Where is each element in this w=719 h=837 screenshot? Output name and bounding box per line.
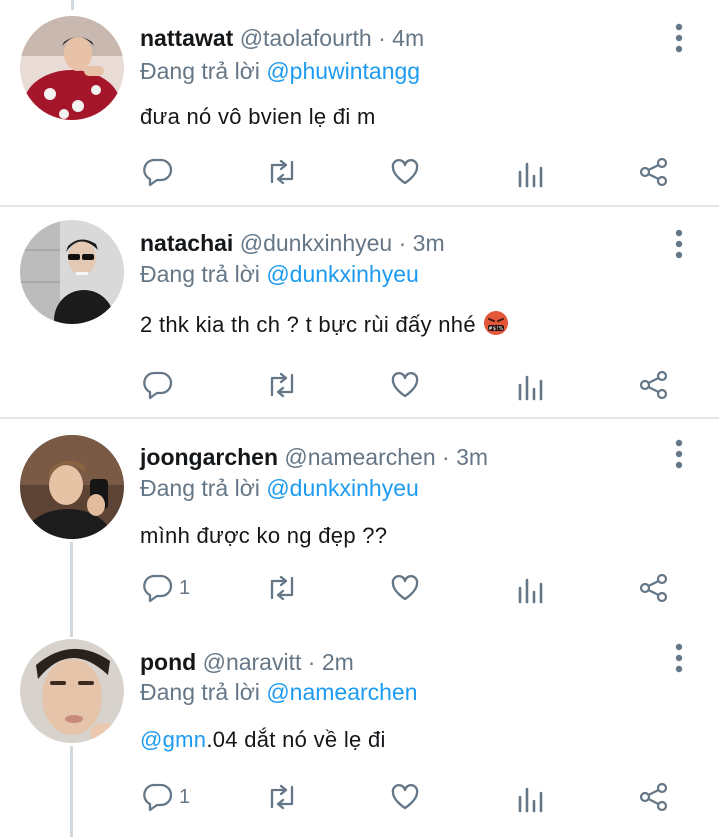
replying-to: Đang trả lời @phuwintangg bbox=[140, 58, 420, 85]
display-name[interactable]: natachai bbox=[140, 230, 233, 256]
timestamp: · 3m bbox=[442, 444, 489, 470]
analytics-button[interactable] bbox=[517, 777, 545, 817]
tweet-actions bbox=[140, 365, 680, 405]
retweet-icon bbox=[270, 159, 294, 185]
tweet-header: joongarchen @namearchen · 3m bbox=[140, 444, 488, 471]
reply-count: 1 bbox=[179, 576, 191, 599]
replying-to: Đang trả lời @namearchen bbox=[140, 679, 418, 706]
tweet-text: @gmn.04 dắt nó về lẹ đi bbox=[140, 727, 386, 753]
tweet-text: mình được ko ng đẹp ?? bbox=[140, 523, 388, 548]
timestamp: · 3m bbox=[398, 230, 445, 256]
tweet-actions: 1 bbox=[140, 568, 680, 608]
like-icon bbox=[391, 159, 419, 185]
tweet-text: 2 thk kia th ch ? t bực rùi đấy nhé #$!% bbox=[140, 310, 510, 338]
replying-to-label: Đang trả lời bbox=[140, 261, 260, 287]
replying-to-handle[interactable]: @dunkxinhyeu bbox=[266, 261, 419, 287]
timestamp: · 4m bbox=[378, 25, 425, 51]
user-handle[interactable]: @namearchen bbox=[284, 444, 435, 470]
like-icon bbox=[391, 575, 419, 601]
tweet-header: pond @naravitt · 2m bbox=[140, 649, 354, 676]
display-name[interactable]: joongarchen bbox=[140, 444, 278, 470]
reply-button[interactable]: 1 bbox=[142, 777, 190, 817]
user-handle[interactable]: @naravitt bbox=[203, 649, 302, 675]
timestamp: · 2m bbox=[307, 649, 354, 675]
reply-count: 1 bbox=[179, 785, 191, 808]
tweet[interactable]: nattawat @taolafourth · 4m Đang trả lời … bbox=[0, 0, 719, 205]
share-button[interactable] bbox=[638, 152, 670, 192]
more-options-icon[interactable] bbox=[668, 21, 690, 55]
like-icon bbox=[391, 784, 419, 810]
more-options-icon[interactable] bbox=[668, 437, 690, 471]
analytics-icon bbox=[518, 162, 543, 188]
reply-button[interactable]: 1 bbox=[142, 568, 190, 608]
reply-icon bbox=[143, 371, 173, 400]
share-button[interactable] bbox=[638, 568, 670, 608]
user-handle[interactable]: @taolafourth bbox=[240, 25, 372, 51]
like-icon bbox=[391, 372, 419, 398]
replying-to-label: Đang trả lời bbox=[140, 58, 260, 84]
analytics-icon bbox=[518, 578, 543, 604]
replying-to-handle[interactable]: @phuwintangg bbox=[266, 58, 420, 84]
reply-icon bbox=[143, 158, 173, 187]
retweet-button[interactable] bbox=[265, 777, 299, 817]
replying-to-handle[interactable]: @namearchen bbox=[266, 679, 417, 705]
share-icon bbox=[639, 157, 668, 187]
retweet-icon bbox=[270, 372, 294, 398]
avatar[interactable] bbox=[20, 16, 124, 120]
retweet-button[interactable] bbox=[265, 365, 299, 405]
replying-to: Đang trả lời @dunkxinhyeu bbox=[140, 261, 419, 288]
retweet-icon bbox=[270, 575, 294, 601]
tweet[interactable]: pond @naravitt · 2m Đang trả lời @namear… bbox=[0, 624, 719, 837]
replying-to-label: Đang trả lời bbox=[140, 475, 260, 501]
tweet[interactable]: joongarchen @namearchen · 3m Đang trả lờ… bbox=[0, 419, 719, 629]
analytics-button[interactable] bbox=[517, 365, 545, 405]
share-button[interactable] bbox=[638, 365, 670, 405]
reply-button[interactable] bbox=[142, 365, 179, 405]
reply-button[interactable] bbox=[142, 152, 179, 192]
tweet-text: đưa nó vô bvien lẹ đi m bbox=[140, 104, 376, 129]
replying-to: Đang trả lời @dunkxinhyeu bbox=[140, 475, 419, 502]
analytics-icon bbox=[518, 375, 543, 401]
like-button[interactable] bbox=[389, 365, 421, 405]
tweet[interactable]: natachai @dunkxinhyeu · 3m Đang trả lời … bbox=[0, 207, 719, 417]
more-options-icon[interactable] bbox=[668, 641, 690, 675]
replying-to-handle[interactable]: @dunkxinhyeu bbox=[266, 475, 419, 501]
mention-link[interactable]: @gmn bbox=[140, 727, 206, 752]
replying-to-label: Đang trả lời bbox=[140, 679, 260, 705]
tweet-text-content: .04 dắt nó về lẹ đi bbox=[206, 727, 386, 752]
user-handle[interactable]: @dunkxinhyeu bbox=[240, 230, 393, 256]
analytics-button[interactable] bbox=[517, 568, 545, 608]
share-icon bbox=[639, 782, 668, 812]
avatar[interactable] bbox=[20, 639, 124, 743]
analytics-icon bbox=[518, 787, 543, 813]
share-icon bbox=[639, 573, 668, 603]
tweet-text-content: 2 thk kia th ch ? t bực rùi đấy nhé bbox=[140, 312, 476, 337]
display-name[interactable]: pond bbox=[140, 649, 196, 675]
like-button[interactable] bbox=[389, 568, 421, 608]
reply-icon bbox=[143, 574, 173, 603]
avatar[interactable] bbox=[20, 435, 124, 539]
retweet-button[interactable] bbox=[265, 152, 299, 192]
reply-icon bbox=[143, 783, 173, 812]
tweet-header: natachai @dunkxinhyeu · 3m bbox=[140, 230, 445, 257]
retweet-icon bbox=[270, 784, 294, 810]
like-button[interactable] bbox=[389, 152, 421, 192]
angry-swearing-face-icon: #$!% bbox=[482, 310, 510, 335]
more-options-icon[interactable] bbox=[668, 227, 690, 261]
display-name[interactable]: nattawat bbox=[140, 25, 233, 51]
tweet-header: nattawat @taolafourth · 4m bbox=[140, 25, 424, 52]
share-icon bbox=[639, 370, 668, 400]
svg-text:#$!%: #$!% bbox=[489, 326, 504, 332]
like-button[interactable] bbox=[389, 777, 421, 817]
analytics-button[interactable] bbox=[517, 152, 545, 192]
tweet-actions bbox=[140, 152, 680, 192]
tweet-actions: 1 bbox=[140, 777, 680, 817]
avatar[interactable] bbox=[20, 220, 124, 324]
retweet-button[interactable] bbox=[265, 568, 299, 608]
share-button[interactable] bbox=[638, 777, 670, 817]
